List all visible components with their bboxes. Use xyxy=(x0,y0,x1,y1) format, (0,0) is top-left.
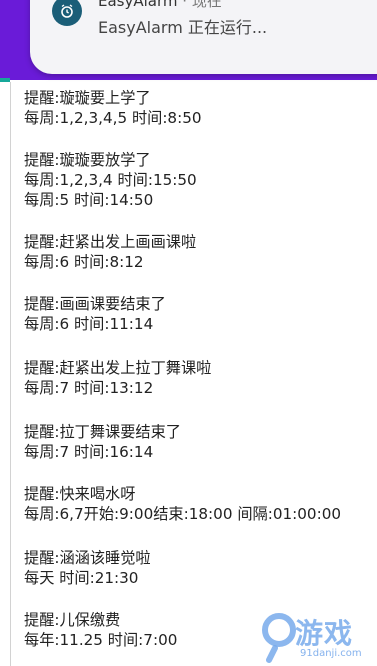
alarm-schedule: 每周:6 时间:11:14 xyxy=(24,315,154,333)
alarm-item[interactable]: 提醒:璇璇要上学了 每周:1,2,3,4,5 时间:8:50 xyxy=(24,88,202,128)
alarm-item[interactable]: 提醒:赶紧出发上拉丁舞课啦 每周:7 时间:13:12 xyxy=(24,358,211,398)
alarm-schedule: 每周:6 时间:8:12 xyxy=(24,253,144,271)
alarm-item[interactable]: 提醒:快来喝水呀 每周:6,7开始:9:00结束:18:00 间隔:01:00:… xyxy=(24,484,341,524)
alarm-schedule: 每天 时间:21:30 xyxy=(24,569,139,587)
alarm-schedule: 每周:1,2,3,4,5 时间:8:50 xyxy=(24,109,202,127)
alarm-reminder: 提醒:画画课要结束了 xyxy=(24,295,166,313)
alarm-schedule: 每周:5 时间:14:50 xyxy=(24,191,154,209)
watermark-text: 游戏 xyxy=(295,617,354,650)
alarm-clock-icon xyxy=(52,0,82,26)
notification-title: EasyAlarm · 现在 xyxy=(98,0,222,11)
alarm-reminder: 提醒:快来喝水呀 xyxy=(24,485,136,503)
alarm-item[interactable]: 提醒:儿保缴费 每年:11.25 时间:7:00 xyxy=(24,610,177,650)
alarm-schedule: 每周:7 时间:13:12 xyxy=(24,379,154,397)
notification-separator: · xyxy=(182,0,188,10)
alarm-schedule: 每周:1,2,3,4 时间:15:50 xyxy=(24,171,197,189)
alarm-item[interactable]: 提醒:涵涵该睡觉啦 每天 时间:21:30 xyxy=(24,548,151,588)
notification-time: 现在 xyxy=(191,0,222,10)
alarm-schedule: 每周:6,7开始:9:00结束:18:00 间隔:01:00:00 xyxy=(24,505,342,523)
notification-card[interactable]: EasyAlarm · 现在 EasyAlarm 正在运行... xyxy=(30,0,377,74)
alarm-item[interactable]: 提醒:赶紧出发上画画课啦 每周:6 时间:8:12 xyxy=(24,232,196,272)
alarm-reminder: 提醒:拉丁舞课要结束了 xyxy=(24,423,181,441)
alarm-schedule: 每周:7 时间:16:14 xyxy=(24,443,154,461)
alarm-reminder: 提醒:璇璇要上学了 xyxy=(24,89,151,107)
alarm-item[interactable]: 提醒:拉丁舞课要结束了 每周:7 时间:16:14 xyxy=(24,422,181,462)
alarm-list[interactable]: 提醒:璇璇要上学了 每周:1,2,3,4,5 时间:8:50 提醒:璇璇要放学了… xyxy=(0,82,377,666)
alarm-item[interactable]: 提醒:画画课要结束了 每周:6 时间:11:14 xyxy=(24,294,166,334)
notification-body: EasyAlarm 正在运行... xyxy=(98,18,268,37)
watermark-sub: 91danji.com xyxy=(300,648,362,659)
alarm-reminder: 提醒:赶紧出发上画画课啦 xyxy=(24,233,197,251)
alarm-item[interactable]: 提醒:璇璇要放学了 每周:1,2,3,4 时间:15:50 每周:5 时间:14… xyxy=(24,150,197,210)
alarm-reminder: 提醒:璇璇要放学了 xyxy=(24,151,151,169)
alarm-reminder: 提醒:涵涵该睡觉啦 xyxy=(24,549,151,567)
alarm-reminder: 提醒:儿保缴费 xyxy=(24,611,121,629)
alarm-schedule: 每年:11.25 时间:7:00 xyxy=(24,631,178,649)
alarm-reminder: 提醒:赶紧出发上拉丁舞课啦 xyxy=(24,359,212,377)
notification-app-name: EasyAlarm xyxy=(98,0,178,10)
